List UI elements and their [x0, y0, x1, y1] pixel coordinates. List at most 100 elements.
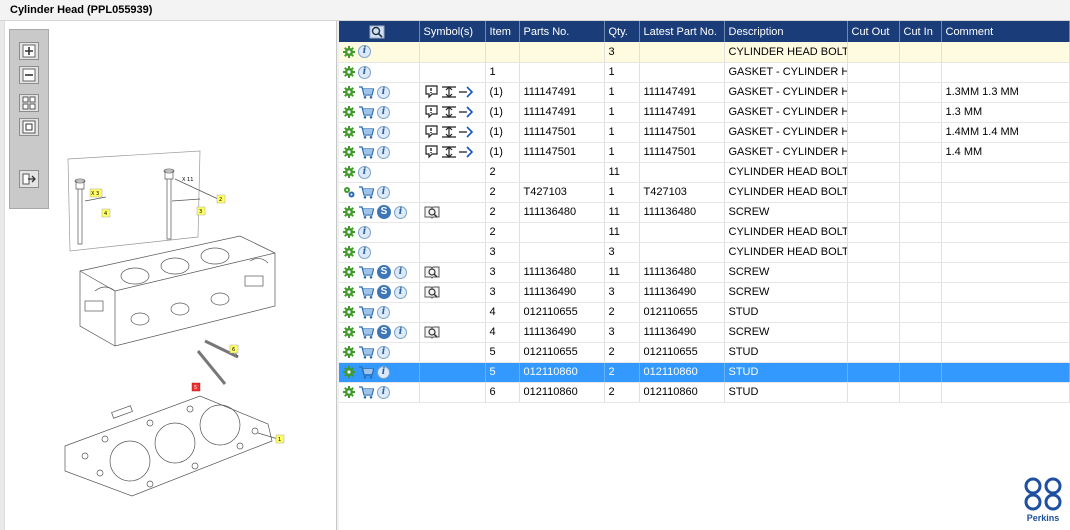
cart-icon[interactable] — [358, 105, 374, 119]
gear-icon[interactable] — [343, 66, 355, 78]
search-parts-icon[interactable] — [369, 25, 385, 39]
fit-all-button[interactable] — [19, 94, 39, 112]
gear-icon[interactable] — [343, 146, 355, 158]
info-icon[interactable]: i — [377, 385, 390, 399]
supersession-icon[interactable]: S — [377, 205, 391, 219]
column-header-description[interactable]: Description — [724, 21, 848, 42]
gear-icon[interactable] — [343, 306, 355, 318]
cart-icon[interactable] — [358, 125, 374, 139]
cart-icon[interactable] — [358, 285, 374, 299]
exploded-parts-diagram[interactable]: X 3 X 11 1 2 3 4 5 6 — [40, 141, 330, 530]
info-icon[interactable]: i — [377, 345, 390, 359]
table-row[interactable]: Si 3 111136490 3 111136490 SCREW — [339, 282, 1070, 303]
supersession-icon[interactable]: S — [377, 325, 391, 339]
row-actions: Si — [339, 282, 420, 303]
gear-icon[interactable] — [343, 126, 355, 138]
table-row[interactable]: i 2 11 CYLINDER HEAD BOLT — [339, 222, 1070, 243]
gear-icon[interactable] — [343, 326, 355, 338]
row-qty: 1 — [604, 62, 640, 83]
cart-icon[interactable] — [358, 145, 374, 159]
cart-icon[interactable] — [358, 345, 374, 359]
gear-icon[interactable] — [343, 386, 355, 398]
info-icon[interactable]: i — [377, 145, 390, 159]
gear-icon[interactable] — [343, 286, 355, 298]
row-item: 6 — [485, 382, 520, 403]
column-header-comment[interactable]: Comment — [941, 21, 1070, 42]
info-icon[interactable]: i — [358, 225, 371, 239]
gear-icon[interactable] — [343, 86, 355, 98]
gear-icon[interactable] — [343, 45, 355, 58]
cart-icon[interactable] — [358, 205, 374, 219]
info-icon[interactable]: i — [377, 365, 390, 379]
info-icon[interactable]: i — [377, 105, 390, 119]
table-row[interactable]: i (1) 111147501 1 111147501 GASKET - CYLINDER… — [339, 142, 1070, 163]
column-header-item[interactable]: Item — [485, 21, 520, 42]
column-header-part-no[interactable]: Parts No. — [519, 21, 605, 42]
supersession-icon[interactable]: S — [377, 265, 391, 279]
row-qty: 2 — [604, 362, 640, 383]
left-scrollbar[interactable] — [0, 21, 5, 530]
zoom-in-button[interactable] — [19, 42, 39, 60]
info-icon[interactable]: i — [394, 325, 407, 339]
info-icon[interactable]: i — [377, 125, 390, 139]
table-row[interactable]: i 6 012110860 2 012110860 STUD — [339, 382, 1070, 403]
table-row[interactable]: i 5 012110860 2 012110860 STUD — [339, 362, 1070, 383]
cart-icon[interactable] — [358, 305, 374, 319]
info-icon[interactable]: i — [358, 45, 371, 59]
table-row[interactable]: i 4 012110655 2 012110655 STUD — [339, 302, 1070, 323]
fit-window-button[interactable] — [19, 118, 39, 136]
info-icon[interactable]: i — [377, 305, 390, 319]
supersession-icon[interactable]: S — [377, 285, 391, 299]
row-item: 2 — [485, 222, 520, 243]
row-comment — [941, 162, 1070, 183]
cart-icon[interactable] — [358, 185, 374, 199]
info-icon[interactable]: i — [394, 285, 407, 299]
info-icon[interactable]: i — [377, 185, 390, 199]
zoom-out-button[interactable] — [19, 66, 39, 84]
table-row[interactable]: i 3 3 CYLINDER HEAD BOLT — [339, 242, 1070, 263]
row-comment — [941, 182, 1070, 203]
table-row[interactable]: Si 4 111136490 3 111136490 SCREW — [339, 322, 1070, 343]
gears-icon[interactable] — [343, 186, 355, 198]
gear-icon[interactable] — [343, 206, 355, 218]
info-icon[interactable]: i — [377, 85, 390, 99]
gear-icon[interactable] — [343, 246, 355, 258]
gear-icon[interactable] — [343, 166, 355, 178]
info-icon[interactable]: i — [358, 65, 371, 79]
column-header-actions[interactable] — [339, 21, 420, 42]
row-cut-out — [847, 242, 900, 263]
cart-icon[interactable] — [358, 265, 374, 279]
info-icon[interactable]: i — [394, 205, 407, 219]
table-row[interactable]: i 2 T427103 1 T427103 CYLINDER HEAD BOLT — [339, 182, 1070, 203]
gear-icon[interactable] — [343, 366, 355, 378]
table-row[interactable]: i 5 012110655 2 012110655 STUD — [339, 342, 1070, 363]
gear-icon[interactable] — [343, 346, 355, 358]
gear-icon[interactable] — [343, 106, 355, 118]
cart-icon[interactable] — [358, 385, 374, 399]
table-row[interactable]: Si 2 111136480 11 111136480 SCREW — [339, 202, 1070, 223]
table-row[interactable]: i (1) 111147491 1 111147491 GASKET - CYLINDER… — [339, 82, 1070, 103]
column-header-latest-part-no[interactable]: Latest Part No. — [639, 21, 725, 42]
illustration-pane[interactable]: X 3 X 11 1 2 3 4 5 6 — [0, 21, 337, 530]
table-row[interactable]: Si 3 111136480 11 111136480 SCREW — [339, 262, 1070, 283]
cart-icon[interactable] — [358, 365, 374, 379]
gear-icon[interactable] — [343, 226, 355, 238]
export-button[interactable] — [19, 170, 39, 188]
table-row[interactable]: i 3 CYLINDER HEAD BOLT — [339, 42, 1070, 63]
column-header-symbols[interactable]: Symbol(s) — [419, 21, 486, 42]
column-header-qty[interactable]: Qty. — [604, 21, 640, 42]
table-row[interactable]: i (1) 111147501 1 111147501 GASKET - CYLINDER… — [339, 122, 1070, 143]
gear-icon[interactable] — [343, 266, 355, 278]
column-header-cut-in[interactable]: Cut In — [899, 21, 942, 42]
info-icon[interactable]: i — [358, 245, 371, 259]
cart-icon[interactable] — [358, 85, 374, 99]
column-header-cut-out[interactable]: Cut Out — [847, 21, 900, 42]
cart-icon[interactable] — [358, 325, 374, 339]
table-row[interactable]: i 2 11 CYLINDER HEAD BOLT — [339, 162, 1070, 183]
table-row[interactable]: i (1) 111147491 1 111147491 GASKET - CYLINDER… — [339, 102, 1070, 123]
info-icon[interactable]: i — [358, 165, 371, 179]
info-icon[interactable]: i — [394, 265, 407, 279]
row-qty: 3 — [604, 242, 640, 263]
row-cut-out — [847, 122, 900, 143]
table-row[interactable]: i 1 1 GASKET - CYLINDER HEA — [339, 62, 1070, 83]
